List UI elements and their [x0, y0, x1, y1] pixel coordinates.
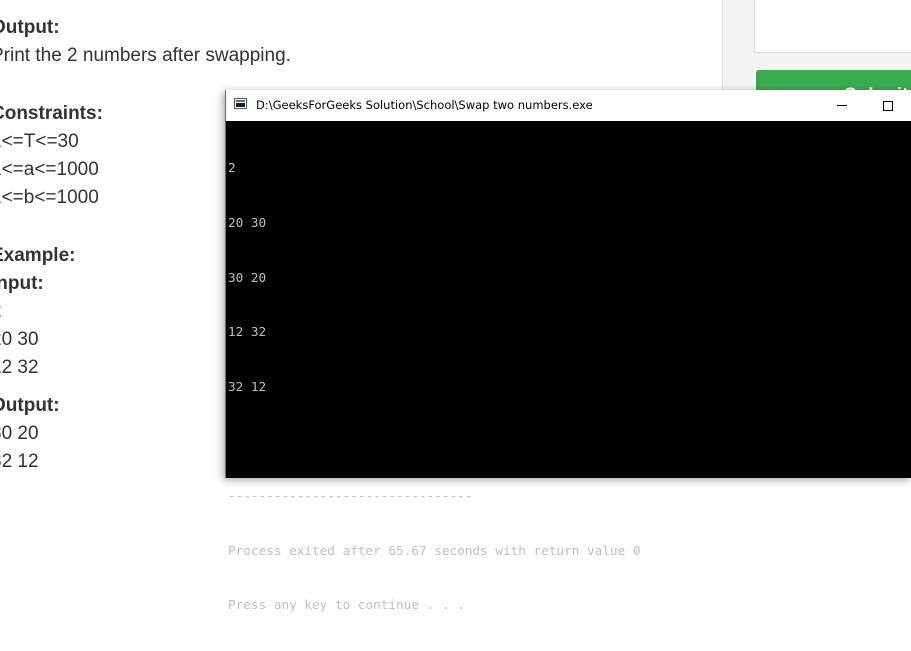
example-output-line: 30 20 [0, 423, 39, 444]
maximize-button[interactable] [865, 90, 911, 121]
constraint-item: 1<=a<=1000 [0, 159, 99, 180]
example-input-line: 2 [0, 301, 2, 323]
console-titlebar[interactable]: D:\GeeksForGeeks Solution\School\Swap tw… [226, 90, 911, 121]
output-description: Print the 2 numbers after swapping. [0, 45, 291, 66]
console-process-exit-line: Process exited after 65.67 seconds with … [228, 542, 641, 558]
console-line: 32 12 [228, 378, 267, 394]
example-output-line: 32 12 [0, 451, 39, 472]
console-line: 20 30 [228, 215, 267, 230]
input-heading: Input: [0, 273, 44, 294]
minimize-button[interactable] [819, 90, 865, 121]
console-line: 30 20 [228, 269, 267, 285]
minimize-icon [837, 105, 847, 106]
console-line: 12 32 [228, 324, 267, 340]
console-app-icon[interactable] [234, 98, 247, 109]
example-heading: Example: [0, 245, 76, 266]
constraint-item: 1<=b<=1000 [0, 187, 99, 208]
console-line: 2 [228, 160, 236, 176]
output-heading: Output: [0, 17, 60, 38]
example-input-line: 12 32 [0, 357, 39, 378]
console-separator: -------------------------------- [228, 487, 473, 503]
constraints-heading: Constraints: [0, 103, 103, 124]
maximize-icon [883, 100, 893, 111]
example-input-line: 20 30 [0, 329, 39, 350]
example-output-heading: Output: [0, 395, 60, 416]
console-prompt-line: Press any key to continue . . . [228, 597, 465, 613]
console-window[interactable]: D:\GeeksForGeeks Solution\School\Swap tw… [225, 90, 911, 612]
constraint-item: 1<=T<=30 [0, 131, 79, 152]
console-window-title: D:\GeeksForGeeks Solution\School\Swap tw… [256, 98, 593, 112]
console-output[interactable]: 2 20 30 30 20 12 32 32 12 --------------… [228, 123, 640, 651]
sidebar-box [754, 0, 911, 53]
